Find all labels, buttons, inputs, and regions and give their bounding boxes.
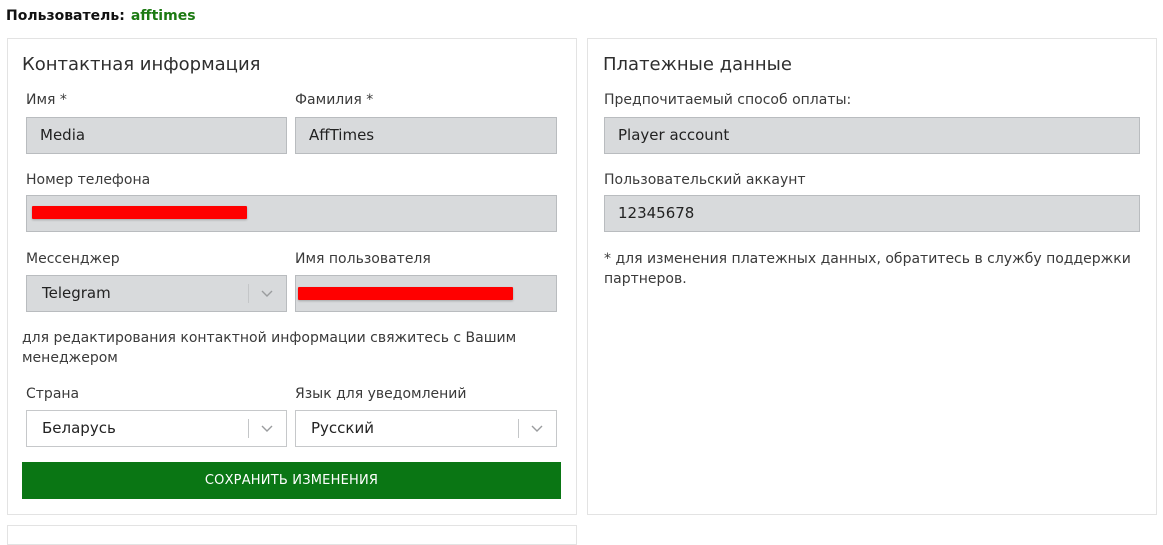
payment-title: Платежные данные xyxy=(603,54,792,75)
user-name: afftimes xyxy=(130,8,196,24)
first-name-field[interactable]: Media xyxy=(26,117,287,154)
save-button[interactable]: СОХРАНИТЬ ИЗМЕНЕНИЯ xyxy=(22,462,561,499)
chevron-down-icon[interactable] xyxy=(529,411,545,446)
language-label: Язык для уведомлений xyxy=(295,386,467,402)
language-select[interactable]: Русский xyxy=(295,410,557,447)
messenger-label: Мессенджер xyxy=(26,251,120,267)
payment-method-label: Предпочитаемый способ оплаты: xyxy=(604,92,852,108)
messenger-select[interactable]: Telegram xyxy=(26,275,287,312)
select-separator xyxy=(248,284,249,303)
account-label: Пользовательский аккаунт xyxy=(604,172,806,188)
payment-method-field[interactable]: Player account xyxy=(604,117,1140,154)
chevron-down-icon[interactable] xyxy=(259,276,275,311)
messenger-value: Telegram xyxy=(42,284,111,302)
country-value: Беларусь xyxy=(42,419,116,437)
next-card-edge xyxy=(7,525,577,545)
user-header: Пользователь: afftimes xyxy=(6,8,196,24)
phone-redaction xyxy=(32,206,247,219)
country-label: Страна xyxy=(26,386,80,402)
select-separator xyxy=(518,419,519,438)
language-value: Русский xyxy=(311,419,374,437)
user-label: Пользователь: xyxy=(6,8,125,24)
payment-note: * для изменения платежных данных, обрати… xyxy=(604,251,1131,287)
contact-note: для редактирования контактной информации… xyxy=(22,330,517,366)
contact-title: Контактная информация xyxy=(22,54,261,75)
phone-label: Номер телефона xyxy=(26,172,151,188)
country-select[interactable]: Беларусь xyxy=(26,410,287,447)
account-field[interactable]: 12345678 xyxy=(604,195,1140,232)
username-redaction xyxy=(298,287,513,300)
username-label: Имя пользователя xyxy=(295,251,431,267)
last-name-field[interactable]: AffTimes xyxy=(295,117,557,154)
select-separator xyxy=(248,419,249,438)
last-name-label: Фамилия * xyxy=(295,92,374,108)
chevron-down-icon[interactable] xyxy=(259,411,275,446)
first-name-label: Имя * xyxy=(26,92,67,108)
